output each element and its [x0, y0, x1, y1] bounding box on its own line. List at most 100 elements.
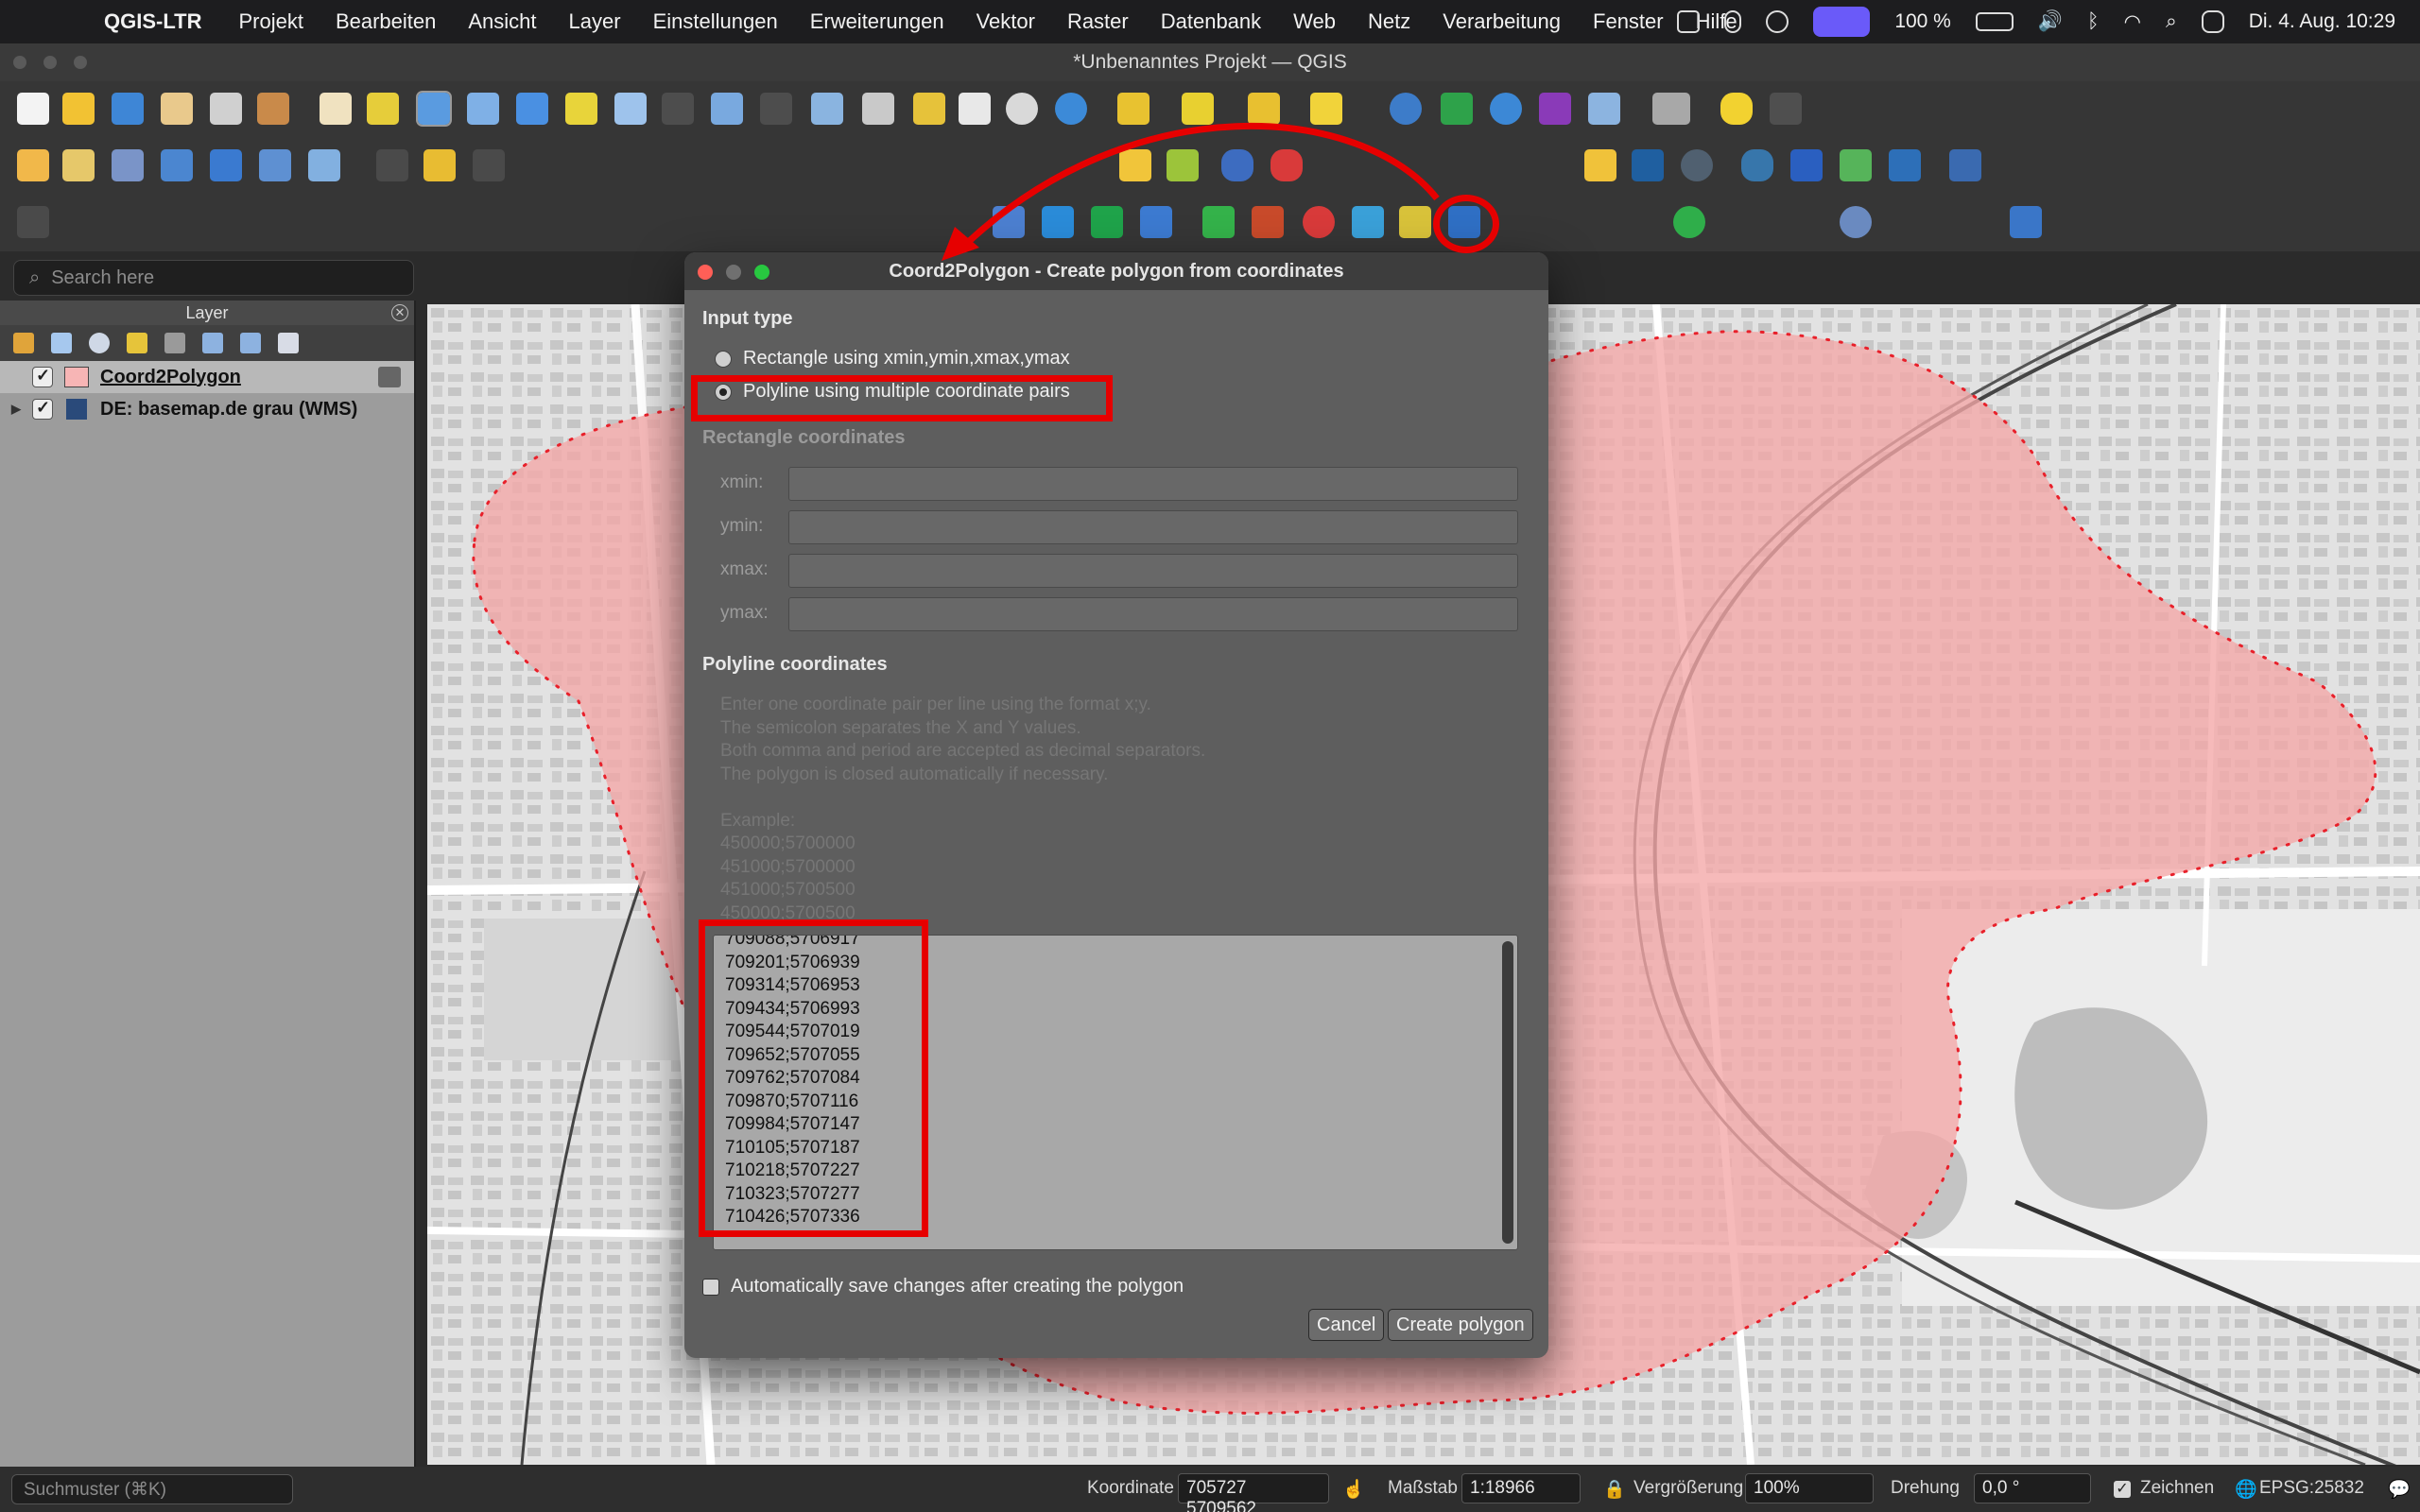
add-mesh-layer-icon[interactable]: [259, 149, 291, 181]
attribute-table-icon[interactable]: [1588, 93, 1620, 125]
menu-fenster[interactable]: Fenster: [1593, 9, 1664, 34]
menu-layer[interactable]: Layer: [569, 9, 621, 34]
layer-row-coord2polygon[interactable]: Coord2Polygon: [0, 361, 414, 393]
scale-field[interactable]: 1:18966: [1461, 1473, 1581, 1503]
add-raster-layer-icon[interactable]: [210, 149, 242, 181]
data-source-manager-icon[interactable]: [17, 149, 49, 181]
share-icon[interactable]: [1673, 206, 1705, 238]
style-manager-icon[interactable]: [257, 93, 289, 125]
new-map-view-icon[interactable]: [811, 93, 843, 125]
autosave-checkbox-row[interactable]: Automatically save changes after creatin…: [702, 1276, 1184, 1297]
gps-icon[interactable]: [1770, 93, 1802, 125]
add-vector-layer-icon[interactable]: [161, 149, 193, 181]
zoom-to-layer-icon[interactable]: [614, 93, 647, 125]
xmin-field[interactable]: [788, 467, 1518, 501]
collapse-all-icon[interactable]: [240, 333, 261, 353]
expand-all-icon[interactable]: [202, 333, 223, 353]
open-project-icon[interactable]: [62, 93, 95, 125]
measure-line-icon[interactable]: [1652, 93, 1690, 125]
settings-gear-icon[interactable]: [1490, 93, 1522, 125]
pan-to-selection-icon[interactable]: [367, 93, 399, 125]
layer-row-basemap[interactable]: ▶ DE: basemap.de grau (WMS): [0, 393, 414, 425]
zoom-next-icon[interactable]: [760, 93, 792, 125]
locator-search[interactable]: Suchmuster (⌘K): [11, 1474, 293, 1504]
add-virtual-layer-icon[interactable]: [308, 149, 340, 181]
layer-styling-icon[interactable]: [13, 333, 34, 353]
layer-visibility-checkbox[interactable]: [32, 366, 53, 387]
time-machine-icon[interactable]: [1766, 10, 1789, 33]
menu-einstellungen[interactable]: Einstellungen: [653, 9, 778, 34]
digitize-icon[interactable]: [112, 149, 144, 181]
plugin-4-icon[interactable]: [1790, 149, 1823, 181]
help-icon[interactable]: [1949, 149, 1981, 181]
toolbar-search[interactable]: ⌕ Search here: [13, 260, 414, 296]
menu-vektor[interactable]: Vektor: [977, 9, 1035, 34]
crs-label[interactable]: EPSG:25832: [2259, 1478, 2364, 1499]
coordinate-field[interactable]: 705727 5709562: [1178, 1473, 1329, 1512]
pan-map-icon[interactable]: [320, 93, 352, 125]
cloud-account-icon[interactable]: [1840, 206, 1872, 238]
new-project-icon[interactable]: [17, 93, 49, 125]
messages-icon[interactable]: 💬: [2388, 1478, 2411, 1501]
radio-rectangle[interactable]: Rectangle using xmin,ymin,xmax,ymax: [715, 348, 1070, 369]
save-project-icon[interactable]: [112, 93, 144, 125]
menu-netz[interactable]: Netz: [1368, 9, 1410, 34]
plugin-1-icon[interactable]: [1584, 149, 1616, 181]
wifi-icon[interactable]: ◠: [2124, 10, 2141, 34]
menu-web[interactable]: Web: [1293, 9, 1336, 34]
lock-scale-icon[interactable]: 🔒: [1603, 1478, 1626, 1501]
battery-icon[interactable]: [1975, 12, 2014, 31]
filter-by-expression-icon[interactable]: [164, 333, 185, 353]
new-3d-map-icon[interactable]: [862, 93, 894, 125]
minimize-window-icon[interactable]: [43, 56, 57, 69]
remove-layer-icon[interactable]: [278, 333, 299, 353]
screen-mirroring-icon[interactable]: [1813, 7, 1871, 37]
zoom-in-icon[interactable]: [416, 91, 452, 127]
plugin-2-icon[interactable]: [1632, 149, 1664, 181]
xmax-field[interactable]: [788, 554, 1518, 588]
menu-erweiterungen[interactable]: Erweiterungen: [810, 9, 944, 34]
menu-projekt[interactable]: Projekt: [238, 9, 302, 34]
python-console-icon[interactable]: [1741, 149, 1773, 181]
volume-icon[interactable]: 🔊: [2038, 10, 2063, 33]
minimize-dialog-icon[interactable]: [726, 265, 741, 280]
cancel-button[interactable]: Cancel: [1308, 1309, 1385, 1341]
zoom-last-icon[interactable]: [711, 93, 743, 125]
close-window-icon[interactable]: [13, 56, 26, 69]
menu-datenbank[interactable]: Datenbank: [1161, 9, 1261, 34]
app-menu[interactable]: QGIS-LTR: [104, 9, 201, 34]
crs-icon[interactable]: 🌐: [2235, 1478, 2257, 1501]
magnifier-field[interactable]: 100%: [1745, 1473, 1874, 1503]
layout-manager-icon[interactable]: [210, 93, 242, 125]
plugin-3-icon[interactable]: [1681, 149, 1713, 181]
zoom-dialog-icon[interactable]: [754, 265, 769, 280]
advanced-digitizing-icon[interactable]: [17, 206, 49, 238]
ymin-field[interactable]: [788, 510, 1518, 544]
rotation-field[interactable]: 0,0 °: [1974, 1473, 2091, 1503]
autosave-checkbox[interactable]: [702, 1278, 719, 1296]
sum-statistics-icon[interactable]: [1539, 93, 1571, 125]
new-geopackage-layer-icon[interactable]: [62, 149, 95, 181]
map-tips-icon[interactable]: [1720, 93, 1753, 125]
zoom-full-icon[interactable]: [516, 93, 548, 125]
add-group-icon[interactable]: [51, 333, 72, 353]
layer-visibility-checkbox[interactable]: [32, 398, 53, 420]
menu-bearbeiten[interactable]: Bearbeiten: [336, 9, 436, 34]
layer-indicator-icon[interactable]: [378, 367, 401, 387]
toggle-extents-icon[interactable]: ☝: [1342, 1478, 1365, 1501]
textarea-scrollbar[interactable]: [1502, 941, 1513, 1244]
split-view-icon[interactable]: [1677, 10, 1701, 33]
close-panel-icon[interactable]: ✕: [391, 304, 408, 321]
clock[interactable]: Di. 4. Aug. 10:29: [2249, 10, 2395, 33]
zoom-to-selection-icon[interactable]: [565, 93, 597, 125]
control-center-icon[interactable]: [2201, 10, 2224, 33]
expand-arrow-icon[interactable]: ▶: [0, 402, 32, 417]
manage-visibility-icon[interactable]: [89, 333, 110, 353]
save-layer-edits-icon[interactable]: [473, 149, 505, 181]
toggle-editing-icon[interactable]: [424, 149, 456, 181]
spotlight-search-icon[interactable]: ⌕: [2166, 10, 2177, 33]
plugin-6-icon[interactable]: [1889, 149, 1921, 181]
menu-raster[interactable]: Raster: [1067, 9, 1129, 34]
render-checkbox[interactable]: ✓: [2114, 1481, 2131, 1498]
close-dialog-icon[interactable]: [698, 265, 713, 280]
